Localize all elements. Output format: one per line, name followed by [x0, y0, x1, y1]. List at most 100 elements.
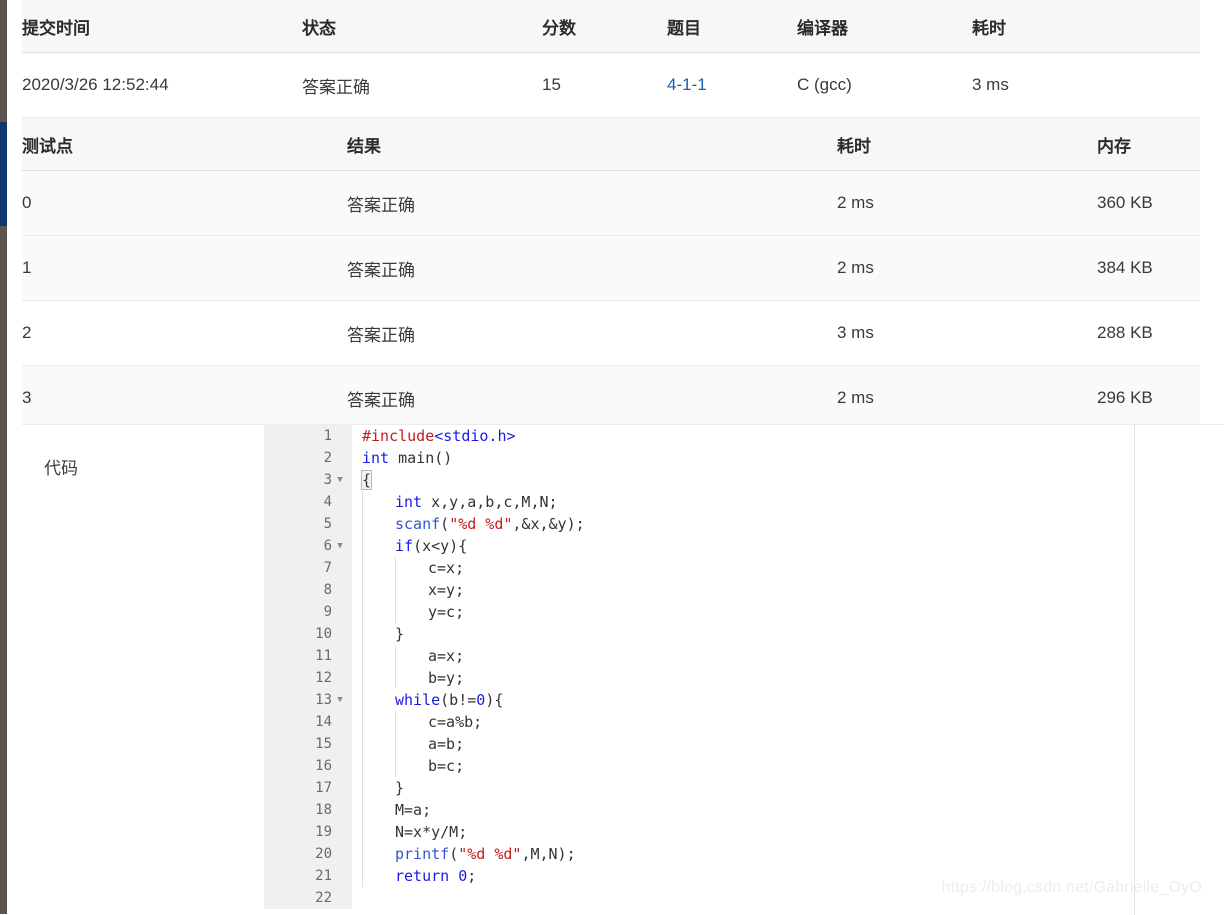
- submission-row[interactable]: 2020/3/26 12:52:44 答案正确 15 4-1-1 C (gcc)…: [22, 52, 1200, 118]
- line-number-gutter: 3 ▼: [264, 469, 352, 491]
- cell-status: 答案正确: [302, 52, 542, 118]
- line-number: 14: [315, 714, 332, 730]
- line-number-gutter: 2▼: [264, 447, 352, 469]
- line-number-gutter: 6 ▼: [264, 535, 352, 557]
- column-header-submit-time: 提交时间: [22, 0, 302, 53]
- column-header-status: 状态: [302, 0, 542, 53]
- cell-testpoint-index: 0: [22, 170, 347, 236]
- line-number-gutter: 12▼: [264, 667, 352, 689]
- indent-guide: [395, 601, 428, 623]
- code-line-text: [352, 887, 371, 909]
- indent-guide: [362, 865, 395, 887]
- submission-table-header-row: 提交时间 状态 分数 题目 编译器 耗时: [22, 0, 1200, 53]
- indent-guide: [362, 777, 395, 799]
- code-line-text: x=y;: [352, 579, 464, 601]
- line-number-gutter: 15▼: [264, 733, 352, 755]
- indent-guide: [362, 755, 395, 777]
- cell-duration: 3 ms: [972, 52, 1200, 118]
- code-line: 4▼int x,y,a,b,c,M,N;: [264, 491, 1134, 513]
- indent-guide: [395, 579, 428, 601]
- cell-compiler: C (gcc): [797, 52, 972, 118]
- indent-guide: [362, 491, 395, 513]
- code-line-text: N=x*y/M;: [352, 821, 467, 843]
- code-line-text: return 0;: [352, 865, 476, 887]
- indent-guide: [395, 667, 428, 689]
- cell-testpoint-result: 答案正确: [347, 235, 837, 301]
- line-number-gutter: 9▼: [264, 601, 352, 623]
- indent-guide: [362, 557, 395, 579]
- code-line: 1▼ #include<stdio.h>: [264, 425, 1134, 447]
- indent-guide: [362, 733, 395, 755]
- cell-testpoint-index: 3: [22, 365, 347, 431]
- code-line: 7▼c=x;: [264, 557, 1134, 579]
- code-line: 11▼a=x;: [264, 645, 1134, 667]
- indent-guide: [362, 579, 395, 601]
- cell-testpoint-memory: 288 KB: [1097, 300, 1200, 366]
- matching-brace-highlight: {: [360, 470, 373, 490]
- column-header-score: 分数: [542, 0, 667, 53]
- code-editor-lines: 1▼#include<stdio.h>2▼int main()3▼{4▼int …: [264, 425, 1134, 909]
- code-line-text: if(x<y){: [352, 535, 467, 557]
- code-line-text: {: [352, 469, 373, 491]
- indent-guide: [395, 645, 428, 667]
- line-number-gutter: 17▼: [264, 777, 352, 799]
- indent-guide: [362, 821, 395, 843]
- indent-guide: [395, 711, 428, 733]
- table-row: 3 答案正确 2 ms 296 KB: [22, 365, 1200, 431]
- code-line: 14▼c=a%b;: [264, 711, 1134, 733]
- code-fold-toggle-icon[interactable]: ▼: [332, 469, 348, 491]
- cell-testpoint-result: 答案正确: [347, 365, 837, 431]
- line-number-gutter: 10▼: [264, 623, 352, 645]
- cell-testpoint-time: 2 ms: [837, 170, 1097, 236]
- code-line-text: a=x;: [352, 645, 464, 667]
- indent-guide: [362, 535, 395, 557]
- line-number-gutter: 22▼: [264, 887, 352, 909]
- column-header-memory: 内存: [1097, 118, 1200, 171]
- submission-summary-table: 提交时间 状态 分数 题目 编译器 耗时 2020/3/26 12:52:44 …: [22, 0, 1200, 118]
- line-number: 20: [315, 846, 332, 862]
- code-line-text: #include<stdio.h>: [362, 427, 516, 445]
- cell-testpoint-time: 2 ms: [837, 235, 1097, 301]
- line-number-gutter: 20▼: [264, 843, 352, 865]
- code-line-text: scanf("%d %d",&x,&y);: [352, 513, 585, 535]
- line-number: 6: [323, 538, 332, 554]
- indent-guide: [362, 799, 395, 821]
- line-number: 19: [315, 824, 332, 840]
- cell-submit-time: 2020/3/26 12:52:44: [22, 52, 302, 118]
- column-header-duration: 耗时: [972, 0, 1200, 53]
- code-line-text: while(b!=0){: [352, 689, 503, 711]
- code-line: 20▼printf("%d %d",M,N);: [264, 843, 1134, 865]
- code-line: 22▼: [264, 887, 1134, 909]
- problem-link[interactable]: 4-1-1: [667, 75, 707, 94]
- code-line-text: M=a;: [352, 799, 431, 821]
- indent-guide: [362, 843, 395, 865]
- line-number-gutter: 7▼: [264, 557, 352, 579]
- line-number: 15: [315, 736, 332, 752]
- line-number-gutter: 14▼: [264, 711, 352, 733]
- code-fold-toggle-icon[interactable]: ▼: [332, 689, 348, 711]
- code-section-label: 代码: [44, 459, 78, 478]
- left-edge-rail: [0, 0, 7, 914]
- line-number-gutter: 1▼: [264, 425, 352, 447]
- code-line-text: b=y;: [352, 667, 464, 689]
- line-number: 2: [323, 450, 332, 466]
- code-line: 21▼return 0;: [264, 865, 1134, 887]
- testpoint-table-header-row: 测试点 结果 耗时 内存: [22, 118, 1200, 171]
- code-line-text: }: [352, 777, 404, 799]
- cell-score: 15: [542, 52, 667, 118]
- indent-guide: [395, 733, 428, 755]
- code-fold-toggle-icon[interactable]: ▼: [332, 535, 348, 557]
- code-editor[interactable]: 1▼#include<stdio.h>2▼int main()3▼{4▼int …: [264, 425, 1135, 915]
- line-number: 9: [323, 604, 332, 620]
- line-number-gutter: 19▼: [264, 821, 352, 843]
- code-line: 9▼y=c;: [264, 601, 1134, 623]
- line-number-gutter: 21▼: [264, 865, 352, 887]
- line-number: 18: [315, 802, 332, 818]
- indent-guide: [362, 711, 395, 733]
- column-header-time: 耗时: [837, 118, 1097, 171]
- table-row: 0 答案正确 2 ms 360 KB: [22, 170, 1200, 236]
- code-line: 15▼a=b;: [264, 733, 1134, 755]
- line-number-gutter: 13 ▼: [264, 689, 352, 711]
- indent-guide: [362, 623, 395, 645]
- code-line-text: a=b;: [352, 733, 464, 755]
